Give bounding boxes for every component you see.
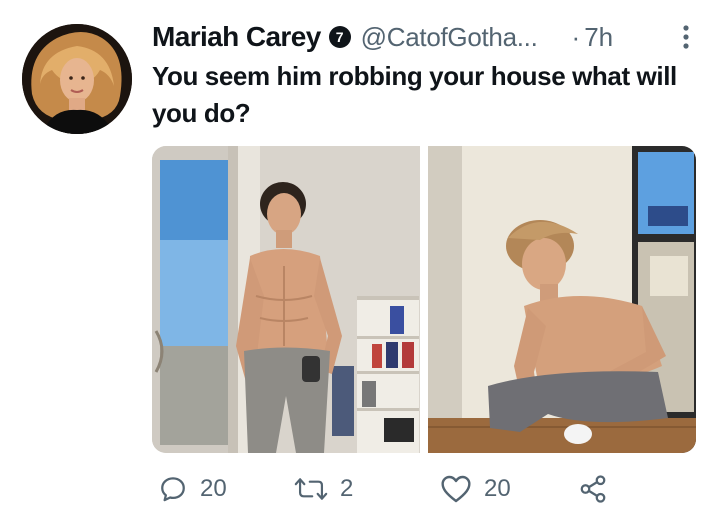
display-name[interactable]: Mariah Carey — [152, 21, 321, 53]
retweet-icon — [294, 474, 328, 504]
tweet-timestamp[interactable]: 7h — [584, 22, 613, 53]
tweet-actions: 20 2 20 — [152, 474, 692, 514]
more-vertical-icon[interactable] — [682, 24, 690, 50]
profile-avatar[interactable] — [22, 24, 132, 134]
heart-icon — [440, 474, 472, 504]
reply-count: 20 — [200, 475, 227, 502]
retweet-button[interactable]: 2 — [294, 474, 353, 504]
user-handle[interactable]: @CatofGotha... — [361, 22, 538, 53]
verified-badge: 7 — [328, 26, 351, 48]
tweet-photo-left[interactable] — [152, 146, 420, 453]
like-button[interactable]: 20 — [440, 474, 511, 504]
like-count: 20 — [484, 475, 511, 502]
tweet-text: You seem him robbing your house what wil… — [152, 61, 677, 128]
share-button[interactable] — [578, 474, 608, 504]
reply-icon — [158, 474, 188, 504]
tweet-header: Mariah Carey 7 @CatofGotha... · 7h — [152, 20, 700, 54]
reply-button[interactable]: 20 — [158, 474, 227, 504]
tweet-photo-right[interactable] — [428, 146, 696, 453]
retweet-count: 2 — [340, 475, 354, 502]
time-separator: · — [571, 21, 581, 52]
share-icon — [578, 474, 608, 504]
